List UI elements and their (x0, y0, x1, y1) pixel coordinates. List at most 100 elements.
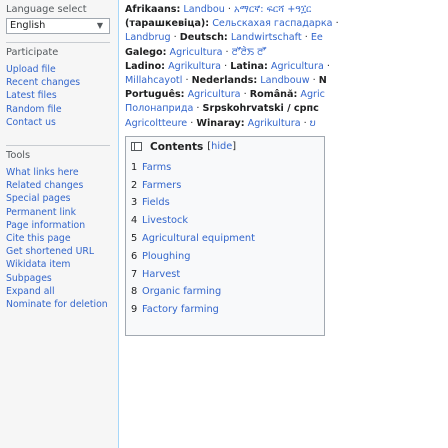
interwiki-term[interactable]: Полонаприда (125, 103, 193, 114)
participate-list: Upload file Recent changes Latest files … (6, 63, 118, 129)
interwiki-lang: Română: (249, 89, 298, 101)
sidebar-link-wikidata-item[interactable]: Wikidata item (6, 258, 118, 271)
main-content: Afrikaans: Landbou · አማርኛ: ፍርሻ +ዓ፲ር (тар… (118, 0, 448, 448)
interwiki-term[interactable]: Agricultura (188, 89, 241, 100)
sidebar: Language select English ▼ Participate Up… (0, 0, 118, 448)
toc-item-number: 6 (131, 250, 138, 262)
sidebar-link-related-changes[interactable]: Related changes (6, 179, 118, 192)
interwiki-term[interactable]: Сельскахая гаспадарка (212, 18, 332, 29)
toc-item[interactable]: 9 Factory farming (131, 301, 318, 319)
participate-heading: Participate (6, 47, 59, 58)
toc-item[interactable]: 7 Harvest (131, 266, 318, 284)
toc-item-number: 8 (131, 286, 138, 298)
toc-item-label[interactable]: Agricultural equipment (142, 230, 255, 248)
sidebar-link-recent-changes[interactable]: Recent changes (6, 76, 118, 89)
toc-item-label[interactable]: Livestock (142, 212, 188, 230)
interwiki-lang: Latina: (230, 60, 268, 72)
interwiki-lang: Winaray: (196, 117, 245, 129)
toc-item[interactable]: 8 Organic farming (131, 283, 318, 301)
interwiki-line: Português: Agricultura · Română: Agric (125, 89, 325, 101)
interwiki-term[interactable]: ፍርሻ +ዓ፲ር (267, 4, 312, 15)
toc-item[interactable]: 3 Fields (131, 194, 318, 212)
interwiki-line: (тарашкевіца): Сельскахая гаспадарка · (125, 18, 339, 30)
toc-item-number: 9 (131, 304, 138, 316)
interwiki-term[interactable]: Ee (311, 32, 323, 43)
interwiki-line: Galego: Agricultura · ꯂꯧꯂꯥꯏ ꯂꯧ (125, 46, 267, 58)
toc-item[interactable]: 4 Livestock (131, 212, 318, 230)
toc-item-number: 4 (131, 215, 138, 227)
sidebar-link-contact-us[interactable]: Contact us (6, 116, 118, 129)
interwiki-lang: Galego: (125, 46, 167, 58)
interwiki-term[interactable]: አማርኛ: (234, 4, 267, 15)
interwiki-term[interactable]: Agrikultura (168, 61, 221, 72)
toc-hide-link[interactable]: hide (211, 141, 232, 152)
interwiki-term[interactable]: Millahcayotl (125, 75, 182, 86)
toc-item-label[interactable]: Farmers (142, 177, 181, 195)
sidebar-link-latest-files[interactable]: Latest files (6, 89, 118, 102)
toc-item-label[interactable]: Organic farming (142, 283, 221, 301)
tools-list: What links here Related changes Special … (6, 166, 118, 311)
interwiki-term[interactable]: ບ (310, 118, 316, 129)
toc-item-number: 5 (131, 233, 138, 245)
sidebar-link-permanent-link[interactable]: Permanent link (6, 206, 118, 219)
toc-item-number: 7 (131, 268, 138, 280)
sidebar-link-page-information[interactable]: Page information (6, 219, 118, 232)
toc-item-label[interactable]: Factory farming (142, 301, 219, 319)
tools-heading: Tools (6, 150, 31, 162)
sidebar-link-nominate-for-deletion[interactable]: Nominate for deletion (6, 298, 118, 311)
table-of-contents: Contents [hide] 1 Farms 2 Farmers 3 Fields … (125, 135, 325, 336)
interwiki-term[interactable]: Agricultura (170, 47, 223, 58)
sidebar-link-cite-this-page[interactable]: Cite this page (6, 232, 118, 245)
interwiki-term[interactable]: Agric (300, 89, 325, 100)
toc-item-label[interactable]: Harvest (142, 266, 180, 284)
interwiki-term[interactable]: Landbouw (260, 75, 309, 86)
interwiki-lang: Deutsch: (179, 32, 228, 44)
toc-item-label[interactable]: Ploughing (142, 248, 190, 266)
sidebar-link-get-shortened-url[interactable]: Get shortened URL (6, 245, 118, 258)
interwiki-term[interactable]: Landbrug (125, 32, 171, 43)
interwiki-lang: Afrikaans: (125, 4, 181, 15)
interwiki-term[interactable]: Agricoltteure (125, 118, 187, 129)
interwiki-term[interactable]: ꯂꯧ (257, 47, 266, 58)
language-select-value: English (10, 20, 46, 31)
interwiki-line: Полонаприда · Srpskohrvatski / српс (125, 103, 319, 115)
interwiki-lang: Srpskohrvatski / српс (202, 103, 319, 115)
sidebar-link-upload-file[interactable]: Upload file (6, 63, 118, 76)
interwiki-term[interactable]: Landwirtschaft (231, 32, 302, 43)
interwiki-line: Agricoltteure · Winaray: Agrikultura · ບ (125, 117, 316, 129)
sidebar-link-expand-all[interactable]: Expand all (6, 285, 118, 298)
language-select-dropdown[interactable]: English ▼ (6, 18, 110, 34)
interwiki-term[interactable]: ꯂꯧꯂꯥꯏ (232, 47, 254, 58)
interwiki-line: Landbrug · Deutsch: Landwirtschaft · Ee (125, 32, 323, 44)
interwiki-term[interactable]: Agrikultura (248, 118, 301, 129)
interwiki-list: Afrikaans: Landbou · አማርኛ: ፍርሻ +ዓ፲ር (тар… (125, 3, 448, 131)
interwiki-term[interactable]: Agricultura (271, 61, 324, 72)
toc-title: Contents (150, 140, 204, 153)
chevron-down-icon: ▼ (96, 21, 103, 30)
sidebar-panel-icon (131, 142, 142, 152)
toc-toggle: [hide] (207, 141, 236, 152)
toc-item-number: 1 (131, 161, 138, 173)
interwiki-term[interactable]: Landbou (183, 4, 224, 15)
interwiki-lang: (тарашкевіца): (125, 18, 210, 30)
sidebar-link-special-pages[interactable]: Special pages (6, 192, 118, 205)
toc-item[interactable]: 6 Ploughing (131, 248, 318, 266)
sidebar-link-what-links-here[interactable]: What links here (6, 166, 118, 179)
interwiki-lang: N (318, 75, 327, 87)
sidebar-divider (6, 145, 110, 147)
sidebar-link-subpages[interactable]: Subpages (6, 272, 118, 285)
toc-item-label[interactable]: Fields (142, 194, 170, 212)
interwiki-lang: Português: (125, 89, 185, 101)
interwiki-line: Afrikaans: Landbou · አማርኛ: ፍርሻ +ዓ፲ር (125, 4, 312, 15)
sidebar-divider (6, 42, 110, 43)
toc-header: Contents [hide] (131, 141, 318, 153)
sidebar-link-random-file[interactable]: Random file (6, 103, 118, 116)
toc-item[interactable]: 5 Agricultural equipment (131, 230, 318, 248)
toc-item[interactable]: 2 Farmers (131, 177, 318, 195)
toc-toggle-bracket-close: ] (232, 141, 237, 153)
language-select-heading: Language select (6, 4, 87, 15)
interwiki-lang: Ladino: (125, 60, 166, 72)
toc-item-label[interactable]: Farms (142, 159, 171, 177)
toc-item[interactable]: 1 Farms (131, 159, 318, 177)
toc-item-number: 2 (131, 179, 138, 191)
